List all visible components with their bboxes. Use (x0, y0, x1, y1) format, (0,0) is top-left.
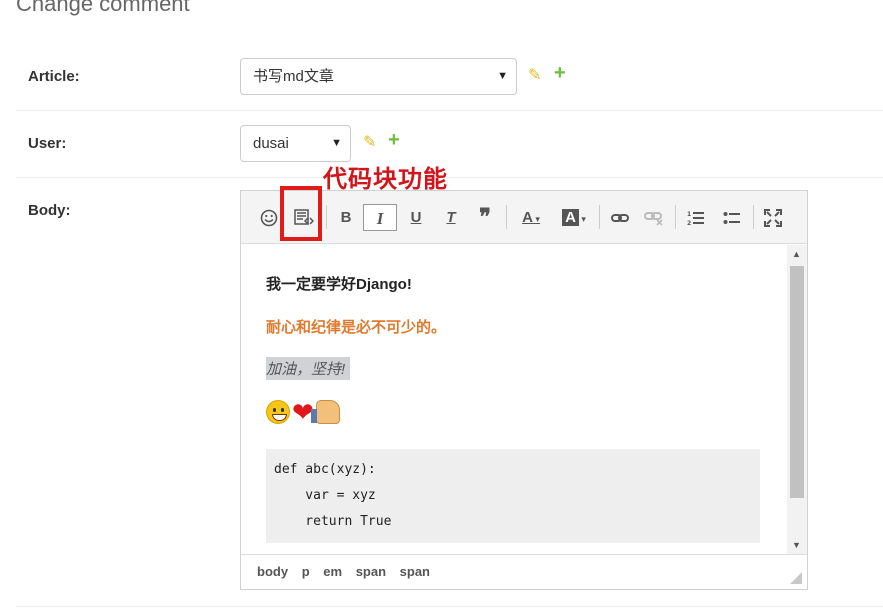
link-icon[interactable] (609, 204, 631, 231)
scrollbar-thumb[interactable] (790, 266, 804, 498)
editor-scrollbar[interactable]: ▲ ▼ (787, 245, 807, 554)
code-line: def abc(xyz): (274, 462, 376, 477)
code-block: def abc(xyz): var = xyz return True (266, 449, 760, 543)
annotation-highlight-box (280, 186, 322, 241)
smiley-icon[interactable] (258, 204, 280, 231)
edit-user-pencil-icon[interactable]: ✎ (363, 133, 376, 153)
content-emoji-line: ❤ (266, 398, 340, 425)
background-color-label: A (562, 209, 579, 226)
resize-handle-icon[interactable] (790, 572, 802, 584)
add-user-plus-icon[interactable]: + (388, 130, 400, 150)
blockquote-button[interactable]: ❞ (473, 204, 497, 231)
divider (16, 606, 883, 607)
editor-content-area[interactable]: 我一定要学好Django! 耐心和纪律是必不可少的。 加油，坚持! ❤ def … (241, 245, 787, 554)
code-line: return True (274, 514, 392, 529)
italic-button[interactable]: I (363, 204, 397, 231)
toolbar-divider (326, 205, 327, 229)
caret-down-icon: ▾ (578, 214, 586, 224)
path-item-span[interactable]: span (356, 564, 386, 579)
toolbar-divider (506, 205, 507, 229)
chevron-down-icon: ▼ (331, 137, 342, 149)
content-heading: 我一定要学好Django! (266, 276, 412, 293)
caret-down-icon: ▾ (532, 214, 540, 224)
user-select[interactable]: dusai ▼ (240, 125, 351, 162)
text-color-button[interactable]: A ▾ (515, 204, 547, 231)
background-color-button[interactable]: A ▾ (557, 204, 591, 231)
article-row: Article: 书写md文章 ▼ ✎ + (16, 44, 883, 111)
toolbar-divider (599, 205, 600, 229)
path-item-em[interactable]: em (323, 564, 342, 579)
ordered-list-icon[interactable]: 12 (685, 204, 707, 231)
svg-text:1: 1 (687, 211, 691, 218)
code-line: var = xyz (274, 488, 376, 503)
add-article-plus-icon[interactable]: + (554, 63, 566, 83)
bullet-list-icon[interactable] (721, 204, 743, 231)
svg-text:2: 2 (687, 220, 691, 226)
chevron-down-icon: ▼ (497, 70, 508, 82)
path-item-p[interactable]: p (302, 564, 310, 579)
toolbar-divider (753, 205, 754, 229)
thumbs-up-emoji-icon (310, 400, 340, 425)
fullscreen-icon[interactable] (762, 204, 784, 231)
bold-button[interactable]: B (335, 204, 357, 231)
scroll-up-arrow-icon[interactable]: ▲ (792, 249, 801, 259)
toolbar-divider (675, 205, 676, 229)
underline-button[interactable]: U (406, 204, 426, 231)
scroll-down-arrow-icon[interactable]: ▼ (792, 540, 801, 550)
unlink-icon[interactable] (643, 204, 665, 231)
content-em-text: 加油，坚持! (266, 357, 351, 380)
user-row: User: dusai ▼ ✎ + (16, 111, 883, 178)
user-label: User: (28, 135, 67, 152)
user-select-value: dusai (253, 135, 289, 152)
editor-toolbar: B I U T ❞ A ▾ A ▾ 12 (241, 191, 807, 244)
rich-text-editor: B I U T ❞ A ▾ A ▾ 12 我一定要学好Django! 耐心和纪律… (240, 190, 808, 590)
remove-format-button[interactable]: T (439, 204, 463, 231)
code-block-annotation: 代码块功能 (323, 165, 448, 193)
article-select[interactable]: 书写md文章 ▼ (240, 58, 517, 95)
path-item-span[interactable]: span (400, 564, 430, 579)
editor-statusbar: body p em span span (241, 554, 807, 589)
edit-article-pencil-icon[interactable]: ✎ (528, 66, 541, 86)
article-label: Article: (28, 68, 80, 85)
grinning-face-emoji-icon (266, 400, 290, 425)
article-select-value: 书写md文章 (253, 68, 334, 85)
path-item-body[interactable]: body (257, 564, 288, 579)
body-label: Body: (28, 202, 71, 219)
text-color-label: A (522, 209, 533, 226)
content-orange-text: 耐心和纪律是必不可少的。 (266, 319, 447, 336)
page-title: Change comment (16, 0, 190, 16)
